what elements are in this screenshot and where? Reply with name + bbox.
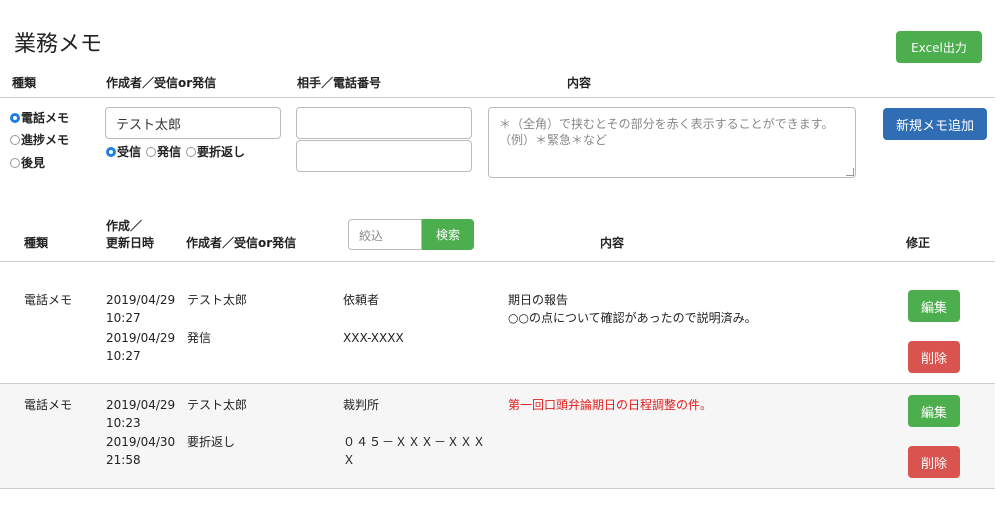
row-updated-time: 10:27 (106, 349, 141, 363)
row-content-line1: 期日の報告 (508, 293, 569, 307)
direction-radio-label: 要折返し (197, 145, 246, 159)
row-content-line2: ○○の点について確認があったので説明済み。 (508, 311, 757, 325)
resize-handle-icon[interactable] (846, 168, 854, 176)
direction-radio-send[interactable]: 発信 (146, 143, 181, 160)
radio-selected-icon (10, 112, 20, 123)
form-divider (0, 97, 995, 98)
radio-icon (146, 146, 156, 157)
row-divider (0, 488, 995, 489)
form-header-partner: 相手／電話番号 (297, 76, 382, 90)
row-partner: 裁判所 (343, 398, 380, 412)
direction-radio-label: 発信 (157, 145, 182, 159)
list-header-edit: 修正 (906, 236, 931, 250)
direction-radio-callback[interactable]: 要折返し (186, 143, 245, 160)
delete-button[interactable]: 削除 (908, 446, 960, 478)
radio-selected-icon (106, 146, 116, 157)
row-direction: 発信 (187, 331, 212, 345)
row-updated-date: 2019/04/29 (106, 331, 176, 345)
row-phone-line1: ０４５－ＸＸＸ－ＸＸＸ (343, 435, 487, 449)
radio-icon (186, 146, 196, 157)
form-header-content: 内容 (567, 76, 592, 90)
row-updated-date: 2019/04/30 (106, 435, 176, 449)
search-button[interactable]: 検索 (422, 219, 474, 250)
row-type: 電話メモ (24, 398, 73, 412)
type-radio-label: 後見 (21, 156, 46, 170)
row-partner: 依頼者 (343, 293, 380, 307)
row-updated-time: 21:58 (106, 453, 141, 467)
phone-input[interactable] (296, 140, 472, 172)
page-title: 業務メモ (14, 32, 103, 57)
edit-button[interactable]: 編集 (908, 395, 960, 427)
row-direction: 要折返し (187, 435, 236, 449)
row-created-date: 2019/04/29 (106, 398, 176, 412)
type-radio-label: 電話メモ (21, 111, 70, 125)
add-memo-button[interactable]: 新規メモ追加 (883, 108, 987, 140)
row-content-line1: 第一回口頭弁論期日の日程調整の件。 (508, 398, 713, 412)
list-header-author: 作成者／受信or発信 (186, 236, 297, 250)
list-header-datetime-line1: 作成／ (106, 219, 143, 233)
direction-radio-receive[interactable]: 受信 (106, 143, 141, 160)
row-author: テスト太郎 (187, 293, 248, 307)
edit-button[interactable]: 編集 (908, 290, 960, 322)
row-created-time: 10:27 (106, 311, 141, 325)
list-header-type: 種類 (24, 236, 49, 250)
type-radio-guardian[interactable]: 後見 (10, 154, 45, 171)
list-header-datetime-line2: 更新日時 (106, 236, 155, 250)
delete-button[interactable]: 削除 (908, 341, 960, 373)
row-author: テスト太郎 (187, 398, 248, 412)
row-phone-line2: Ｘ (343, 453, 356, 467)
list-header-divider (0, 261, 995, 262)
radio-icon (10, 157, 20, 168)
row-created-date: 2019/04/29 (106, 293, 176, 307)
type-radio-progress[interactable]: 進捗メモ (10, 131, 69, 148)
direction-radio-label: 受信 (117, 145, 142, 159)
row-created-time: 10:23 (106, 416, 141, 430)
type-radio-label: 進捗メモ (21, 133, 70, 147)
author-input[interactable]: テスト太郎 (105, 107, 281, 139)
excel-export-button[interactable]: Excel出力 (896, 31, 982, 63)
form-header-type: 種類 (12, 76, 37, 90)
form-header-author: 作成者／受信or発信 (106, 76, 217, 90)
row-type: 電話メモ (24, 293, 73, 307)
radio-icon (10, 134, 20, 145)
filter-input[interactable]: 絞込 (348, 219, 422, 250)
type-radio-phone[interactable]: 電話メモ (10, 109, 69, 126)
partner-input[interactable] (296, 107, 472, 139)
content-textarea[interactable]: ＊（全角）で挟むとその部分を赤く表示することができます。 （例）＊緊急＊など (488, 107, 856, 178)
list-header-content: 内容 (600, 236, 625, 250)
row-phone: XXX-XXXX (343, 331, 404, 345)
